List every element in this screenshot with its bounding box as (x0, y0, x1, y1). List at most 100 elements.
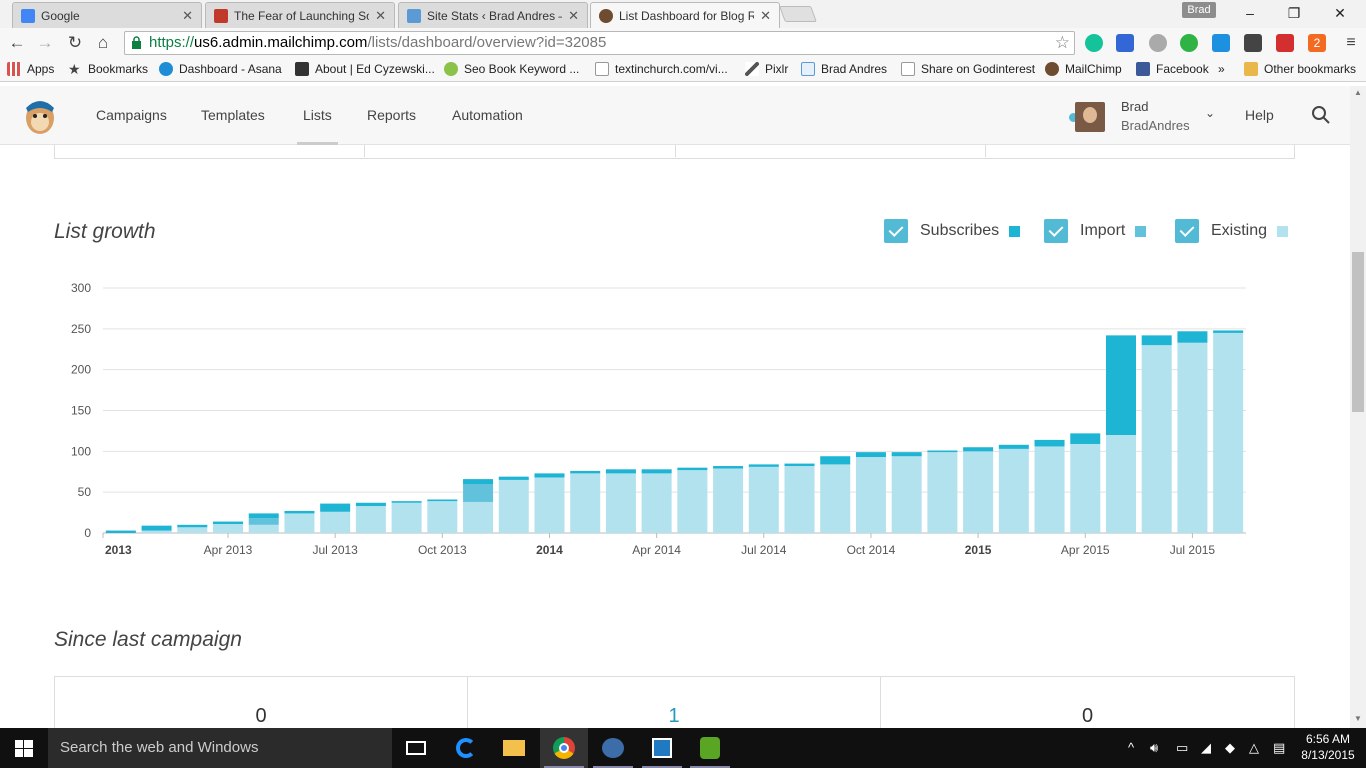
close-tab-icon[interactable]: ✕ (182, 8, 193, 24)
bookmark-item[interactable]: MailChimp (1045, 62, 1122, 76)
bookmark-item[interactable]: Dashboard - Asana (159, 62, 282, 76)
bookmark-item[interactable]: Apps (7, 62, 54, 76)
minimize-icon[interactable]: – (1228, 2, 1272, 24)
nav-automation[interactable]: Automation (452, 107, 523, 123)
battery-icon[interactable]: ▭ (1176, 740, 1188, 756)
bar-subscribes (1070, 433, 1101, 444)
forward-arrow-icon[interactable]: → (34, 32, 56, 54)
task-view-icon[interactable] (392, 728, 440, 768)
evernote-extension-icon[interactable] (1244, 34, 1262, 52)
taskbar-clock[interactable]: 6:56 AM 8/13/2015 (1296, 731, 1360, 763)
bookmark-item[interactable]: textinchurch.com/vi... (595, 62, 728, 76)
evernote-icon[interactable] (686, 728, 734, 768)
checkbox-checked-icon[interactable] (1175, 219, 1199, 243)
search-icon[interactable] (1311, 105, 1331, 125)
address-bar[interactable]: https://us6.admin.mailchimp.com/lists/da… (124, 31, 1075, 55)
grammarly-icon[interactable] (1085, 34, 1103, 52)
edge-icon[interactable] (442, 728, 490, 768)
wifi-icon[interactable]: ◢ (1201, 740, 1211, 756)
nav-reports[interactable]: Reports (367, 107, 416, 123)
bar-subscribes (891, 452, 922, 457)
scroll-up-icon[interactable]: ▲ (1354, 88, 1362, 97)
file-explorer-icon[interactable] (490, 728, 538, 768)
list-growth-title: List growth (54, 220, 156, 243)
close-tab-icon[interactable]: ✕ (375, 8, 386, 24)
checkbox-checked-icon[interactable] (1044, 219, 1068, 243)
bar-existing (498, 479, 529, 533)
bookmark-item[interactable]: Seo Book Keyword ... (444, 62, 579, 76)
close-tab-icon[interactable]: ✕ (760, 8, 771, 24)
bar-existing (927, 452, 958, 533)
bookmark-item[interactable]: Share on Godinterest (901, 62, 1035, 76)
bookmark-label: Facebook (1156, 62, 1209, 76)
browser-tab[interactable]: Site Stats ‹ Brad Andres — ✕ (398, 2, 588, 28)
nav-campaigns[interactable]: Campaigns (96, 107, 167, 123)
bookmark-item[interactable]: ★ Bookmarks (68, 62, 148, 76)
legend-existing[interactable]: Existing (1175, 219, 1289, 243)
scroll-down-icon[interactable]: ▼ (1354, 714, 1362, 723)
avatar[interactable] (1075, 102, 1105, 132)
chrome-menu-icon[interactable]: ≡ (1340, 32, 1362, 54)
bar-existing (784, 466, 815, 533)
bookmark-item[interactable]: Facebook (1136, 62, 1209, 76)
bookmark-label: Dashboard - Asana (179, 62, 282, 76)
close-window-icon[interactable]: ✕ (1318, 2, 1362, 24)
browser-tab[interactable]: The Fear of Launching Sor ✕ (205, 2, 395, 28)
legend-subscribes[interactable]: Subscribes (884, 219, 1021, 243)
bar-subscribes (1213, 330, 1244, 333)
close-tab-icon[interactable]: ✕ (568, 8, 579, 24)
help-link[interactable]: Help (1245, 107, 1274, 123)
bookmark-item[interactable]: Other bookmarks (1244, 62, 1356, 76)
browser-tab-active[interactable]: List Dashboard for Blog R ✕ (590, 2, 780, 29)
bookmark-item[interactable]: Pixlr (745, 62, 788, 76)
scroll-thumb[interactable] (1352, 252, 1364, 412)
checkbox-checked-icon[interactable] (884, 219, 908, 243)
bar-import (463, 484, 494, 502)
legend-import[interactable]: Import (1044, 219, 1147, 243)
feedly-icon[interactable] (1212, 34, 1230, 52)
nav-templates[interactable]: Templates (201, 107, 265, 123)
list-dashboard-content: List growth Subscribes Import Existing 0… (0, 145, 1350, 728)
y-tick-label: 50 (78, 485, 92, 499)
thunderbird-icon[interactable] (589, 728, 637, 768)
action-center-icon[interactable]: ▤ (1273, 740, 1285, 756)
windows-start-icon[interactable] (15, 740, 33, 757)
home-icon[interactable]: ⌂ (92, 32, 114, 54)
volume-icon[interactable]: 🔊︎ (1150, 740, 1158, 756)
account-name[interactable]: Brad (1121, 99, 1148, 114)
m-extension-icon[interactable] (1149, 34, 1167, 52)
browser-tab[interactable]: Google ✕ (12, 2, 202, 28)
bar-subscribes (641, 469, 672, 474)
remote-desktop-icon[interactable] (638, 728, 686, 768)
x-tick-label: 2014 (536, 543, 563, 557)
clock-date: 8/13/2015 (1301, 748, 1355, 762)
bookmark-item[interactable]: Brad Andres (801, 62, 887, 76)
taskbar-search-box[interactable]: Search the web and Windows (48, 728, 392, 768)
notification-badge-icon[interactable]: 2 (1308, 34, 1326, 52)
bookmark-star-icon[interactable]: ☆ (1055, 32, 1070, 54)
freddie-logo-icon[interactable] (22, 96, 58, 136)
account-username[interactable]: BradAndres (1121, 118, 1190, 133)
lastpass-icon[interactable] (1276, 34, 1294, 52)
dropbox-icon[interactable]: ◆ (1225, 740, 1235, 756)
nav-lists[interactable]: Lists (297, 107, 338, 145)
back-arrow-icon[interactable]: ← (6, 32, 28, 54)
restore-icon[interactable]: ❐ (1272, 2, 1316, 24)
new-tab-button[interactable] (779, 6, 817, 22)
bar-existing (177, 527, 208, 533)
google-drive-icon[interactable]: △ (1249, 740, 1259, 756)
tray-chevron-up-icon[interactable]: ^ (1128, 740, 1134, 755)
profile-chip[interactable]: Brad (1182, 2, 1216, 18)
bookmarks-overflow-button[interactable]: » (1218, 62, 1225, 76)
bar-import (248, 518, 279, 525)
reload-icon[interactable]: ↻ (64, 32, 86, 54)
stat-value-link[interactable]: 1 (468, 677, 881, 728)
bookmark-item[interactable]: About | Ed Cyzewski... (295, 62, 435, 76)
page-scrollbar[interactable]: ▲ ▼ (1350, 86, 1366, 728)
cast-icon[interactable] (1116, 34, 1134, 52)
bar-subscribes (713, 466, 744, 469)
chevron-down-icon[interactable]: ⌄ (1205, 106, 1215, 120)
chrome-icon[interactable] (540, 728, 588, 768)
check-extension-icon[interactable] (1180, 34, 1198, 52)
bar-existing (963, 451, 994, 533)
